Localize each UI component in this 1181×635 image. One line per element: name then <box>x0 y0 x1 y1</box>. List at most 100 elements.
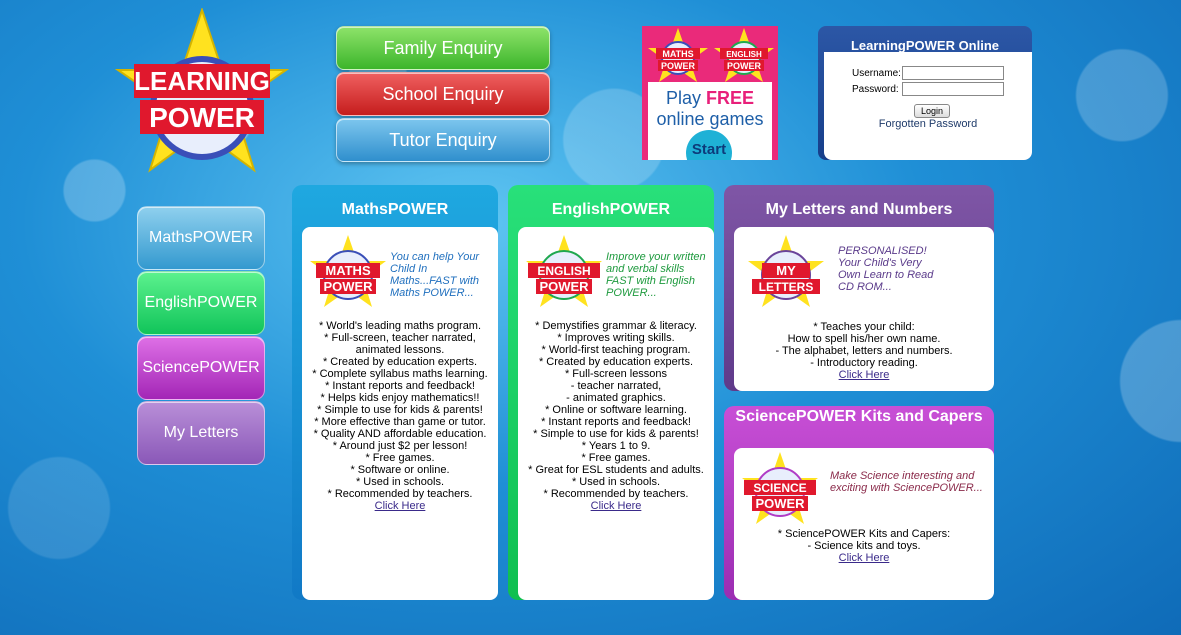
feature-item: * Years 1 to 9. <box>581 440 651 452</box>
feature-item: * Instant reports and feedback! <box>541 416 691 428</box>
english-intro: Improve your written and verbal skills F… <box>606 251 706 299</box>
feature-item: * Demystifies grammar & literacy. <box>535 320 697 332</box>
feature-item: How to spell his/her own name. <box>787 333 941 345</box>
side-nav-english[interactable]: EnglishPOWER <box>137 271 265 335</box>
science-badge-l2: POWER <box>755 496 805 511</box>
maths-panel: MathsPOWER MATHS POWER You can help Your… <box>292 185 498 600</box>
login-button[interactable]: Login <box>914 104 950 118</box>
feature-item: * Online or software learning. <box>545 404 687 416</box>
english-badge-l2: POWER <box>539 279 589 294</box>
feature-item: - animated graphics. <box>566 392 666 404</box>
english-power-star-icon: ENGLISH POWER <box>526 235 602 307</box>
english-badge-l1: ENGLISH <box>537 264 590 278</box>
science-feature-list: * SciencePOWER Kits and Capers: - Science… <box>734 528 994 564</box>
english-panel-body: ENGLISH POWER Improve your written and v… <box>518 227 714 600</box>
feature-item: * Great for ESL students and adults. <box>528 464 704 476</box>
maths-badge-l1: MATHS <box>325 263 371 278</box>
feature-item: * Used in schools. <box>355 476 445 488</box>
feature-item: * Helps kids enjoy mathematics!! <box>320 392 480 404</box>
play-text: Play <box>665 88 701 108</box>
letters-panel-body: MY LETTERS PERSONALISED! Your Child's Ve… <box>734 227 994 391</box>
science-badge-l1: SCIENCE <box>753 481 806 495</box>
feature-item: * Created by education experts. <box>322 356 478 368</box>
feature-item: * More effective than game or tutor. <box>314 416 486 428</box>
side-nav-science[interactable]: SciencePOWER <box>137 336 265 400</box>
science-power-star-icon: SCIENCE POWER <box>742 452 818 524</box>
feature-item: * SciencePOWER Kits and Capers: <box>777 528 951 540</box>
maths-power-badge: MATHS POWER <box>648 28 708 82</box>
english-panel-title: EnglishPOWER <box>551 201 671 218</box>
forgotten-password-link[interactable]: Forgotten Password <box>824 118 1032 130</box>
feature-item: * Instant reports and feedback! <box>325 380 475 392</box>
feature-item: - The alphabet, letters and numbers. <box>775 345 953 357</box>
maths-panel-body: MATHS POWER You can help Your Child In M… <box>302 227 498 600</box>
badge2-line1: ENGLISH <box>726 50 762 59</box>
letters-click-here-link[interactable]: Click Here <box>839 369 890 381</box>
my-letters-star-icon: MY LETTERS <box>748 235 824 307</box>
school-enquiry-button[interactable]: School Enquiry <box>336 72 550 116</box>
maths-badge-l2: POWER <box>323 279 373 294</box>
feature-item: * Improves writing skills. <box>557 332 675 344</box>
feature-item: * Simple to use for kids & parents! <box>317 404 483 416</box>
side-nav-letters[interactable]: My Letters <box>137 401 265 465</box>
badge1-line1: MATHS <box>662 49 693 59</box>
family-enquiry-button[interactable]: Family Enquiry <box>336 26 550 70</box>
online-games-text: online games <box>656 109 764 129</box>
username-label: Username: <box>852 68 901 79</box>
letters-badge-l2: LETTERS <box>759 280 814 294</box>
badge2-line2: POWER <box>727 61 762 71</box>
feature-item: - Introductory reading. <box>810 357 918 369</box>
feature-item: * Created by education experts. <box>538 356 694 368</box>
feature-item: * Complete syllabus maths learning. <box>312 368 488 380</box>
side-nav-maths[interactable]: MathsPOWER <box>137 206 265 270</box>
password-label: Password: <box>852 84 899 95</box>
feature-item: * Quality AND affordable education. <box>313 428 487 440</box>
username-input[interactable] <box>902 66 1004 80</box>
feature-item: * World's leading maths program. <box>318 320 482 332</box>
science-intro: Make Science interesting and exciting wi… <box>830 470 983 494</box>
english-power-badge: ENGLISH POWER <box>714 28 774 82</box>
badge1-line2: POWER <box>661 61 696 71</box>
feature-item: animated lessons. <box>355 344 445 356</box>
feature-item: * Full-screen, teacher narrated, <box>324 332 476 344</box>
feature-item: * Around just $2 per lesson! <box>332 440 468 452</box>
letters-intro: PERSONALISED! Your Child's Very Own Lear… <box>838 245 934 293</box>
english-feature-list: * Demystifies grammar & literacy. * Impro… <box>518 320 714 512</box>
logo-line1: LEARNING <box>134 66 270 96</box>
letters-panel: My Letters and Numbers MY LETTERS PERSON… <box>724 185 994 391</box>
feature-item: * Recommended by teachers. <box>543 488 689 500</box>
maths-power-star-icon: MATHS POWER <box>310 235 386 307</box>
feature-item: * Full-screen lessons <box>564 368 668 380</box>
feature-item: * Free games. <box>365 452 435 464</box>
feature-item: * Simple to use for kids & parents! <box>533 428 699 440</box>
feature-item: * Software or online. <box>350 464 450 476</box>
letters-badge-l1: MY <box>776 263 796 278</box>
science-click-here-link[interactable]: Click Here <box>839 552 890 564</box>
letters-panel-title: My Letters and Numbers <box>765 201 953 218</box>
science-panel-title: SciencePOWER Kits and Capers <box>735 408 983 425</box>
feature-item: * Free games. <box>581 452 651 464</box>
english-panel: EnglishPOWER ENGLISH POWER Improve your … <box>508 185 714 600</box>
maths-click-here-link[interactable]: Click Here <box>375 500 426 512</box>
feature-item: * World-first teaching program. <box>541 344 691 356</box>
tutor-enquiry-button[interactable]: Tutor Enquiry <box>336 118 550 162</box>
science-panel-body: SCIENCE POWER Make Science interesting a… <box>734 448 994 600</box>
feature-item: * Used in schools. <box>571 476 661 488</box>
feature-item: * Recommended by teachers. <box>327 488 473 500</box>
free-text: FREE <box>706 88 755 108</box>
maths-feature-list: * World's leading maths program. * Full-s… <box>302 320 498 512</box>
science-panel: SciencePOWER Kits and Capers SCIENCE POW… <box>724 406 994 600</box>
maths-panel-title: MathsPOWER <box>341 201 449 218</box>
login-form: Username: Password: Login Forgotten Pass… <box>824 52 1032 160</box>
english-click-here-link[interactable]: Click Here <box>591 500 642 512</box>
feature-item: - teacher narrated, <box>570 380 662 392</box>
login-box: LearningPOWER Online Username: Password:… <box>818 26 1032 160</box>
feature-item: * Teaches your child: <box>813 321 915 333</box>
letters-feature-list: * Teaches your child: How to spell his/he… <box>734 321 994 381</box>
maths-intro: You can help Your Child In Maths...FAST … <box>390 251 480 299</box>
password-input[interactable] <box>902 82 1004 96</box>
free-games-banner[interactable]: MATHS POWER ENGLISH POWER Play FREE onli… <box>642 26 778 160</box>
feature-item: - Science kits and toys. <box>807 540 921 552</box>
logo-line2: POWER <box>149 102 255 133</box>
learning-power-logo[interactable]: LEARNING POWER <box>112 6 292 183</box>
